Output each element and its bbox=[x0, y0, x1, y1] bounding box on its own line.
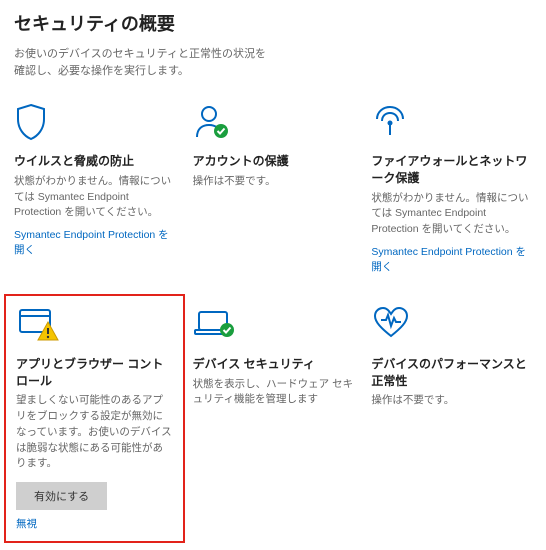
page-subtitle: お使いのデバイスのセキュリティと正常性の状況を確認し、必要な操作を実行します。 bbox=[14, 46, 274, 79]
card-device-security[interactable]: デバイス セキュリティ 状態を表示し、ハードウェア セキュリティ機能を管理します bbox=[193, 306, 354, 531]
dismiss-link[interactable]: 無視 bbox=[16, 516, 173, 531]
open-symantec-link[interactable]: Symantec Endpoint Protection を開く bbox=[371, 244, 532, 274]
card-desc: 操作は不要です。 bbox=[371, 393, 532, 409]
card-virus-threat[interactable]: ウイルスと脅威の防止 状態がわかりません。情報については Symantec En… bbox=[14, 103, 175, 274]
shield-icon bbox=[14, 103, 175, 143]
heart-icon bbox=[371, 306, 532, 346]
card-desc: 望ましくない可能性のあるアプリをブロックする設定が無効になっています。お使いのデ… bbox=[16, 393, 173, 472]
card-title: アカウントの保護 bbox=[193, 153, 354, 170]
open-symantec-link[interactable]: Symantec Endpoint Protection を開く bbox=[14, 227, 175, 257]
card-title: デバイス セキュリティ bbox=[193, 356, 354, 373]
card-firewall-network[interactable]: ファイアウォールとネットワーク保護 状態がわかりません。情報については Syma… bbox=[371, 103, 532, 274]
account-icon bbox=[193, 103, 354, 143]
card-title: ファイアウォールとネットワーク保護 bbox=[371, 153, 532, 187]
browser-icon bbox=[16, 306, 173, 346]
card-device-performance[interactable]: デバイスのパフォーマンスと正常性 操作は不要です。 bbox=[371, 306, 532, 531]
card-app-browser-control[interactable]: アプリとブラウザー コントロール 望ましくない可能性のあるアプリをブロックする設… bbox=[4, 294, 185, 543]
card-title: デバイスのパフォーマンスと正常性 bbox=[371, 356, 532, 390]
network-icon bbox=[371, 103, 532, 143]
card-desc: 状態を表示し、ハードウェア セキュリティ機能を管理します bbox=[193, 377, 354, 409]
card-desc: 状態がわかりません。情報については Symantec Endpoint Prot… bbox=[371, 191, 532, 238]
card-title: ウイルスと脅威の防止 bbox=[14, 153, 175, 170]
security-cards-grid: ウイルスと脅威の防止 状態がわかりません。情報については Symantec En… bbox=[14, 103, 532, 531]
card-desc: 状態がわかりません。情報については Symantec Endpoint Prot… bbox=[14, 174, 175, 221]
enable-button[interactable]: 有効にする bbox=[16, 482, 107, 510]
page-title: セキュリティの概要 bbox=[14, 10, 532, 36]
device-icon bbox=[193, 306, 354, 346]
card-title: アプリとブラウザー コントロール bbox=[16, 356, 173, 390]
card-account-protection[interactable]: アカウントの保護 操作は不要です。 bbox=[193, 103, 354, 274]
card-desc: 操作は不要です。 bbox=[193, 174, 354, 190]
